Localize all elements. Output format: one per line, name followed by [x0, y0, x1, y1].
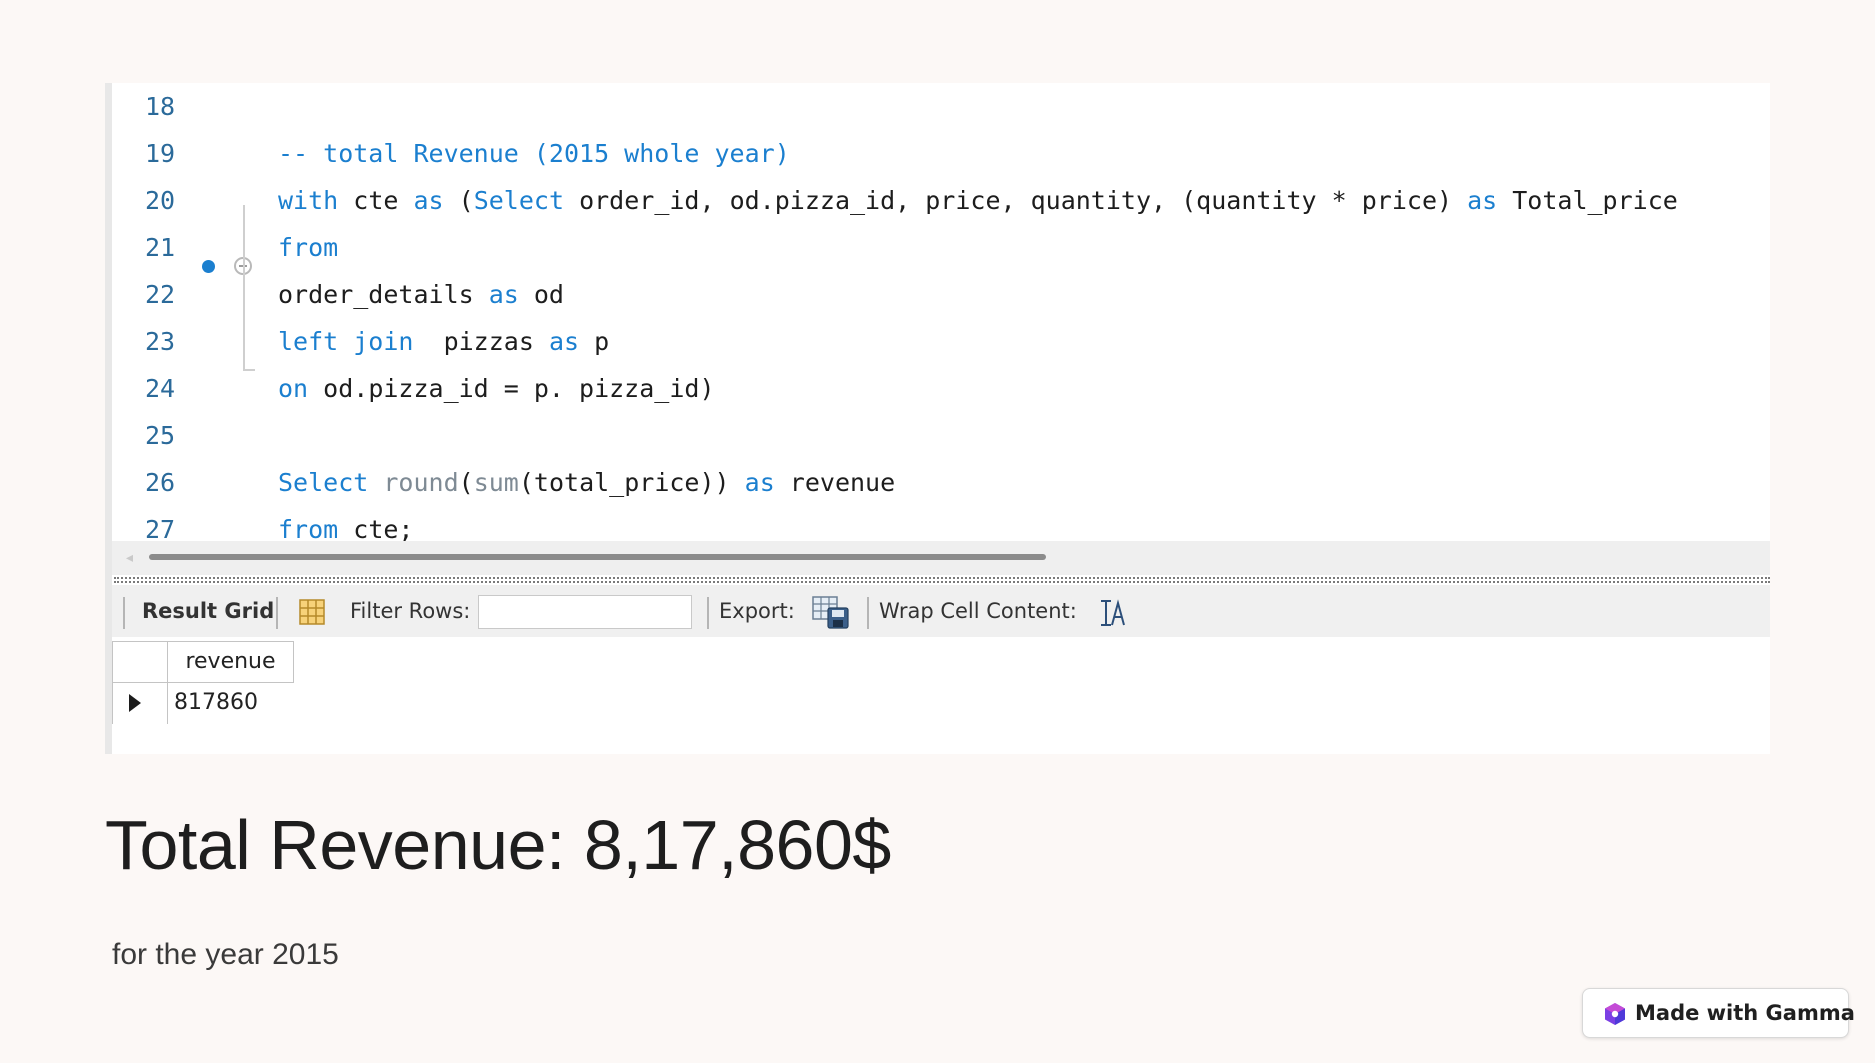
sql-token: p: [579, 327, 610, 356]
made-with-gamma-button[interactable]: Made with Gamma: [1582, 988, 1855, 1038]
sql-keyword: Select: [473, 186, 565, 215]
code-text: left join pizzas as p: [278, 318, 609, 365]
sql-keyword: from: [278, 233, 339, 262]
line-number: 21: [145, 233, 176, 262]
sql-keyword: on: [278, 374, 309, 403]
page-subtitle: for the year 2015: [112, 938, 339, 971]
sql-keyword: as: [488, 280, 519, 309]
line-number: 23: [145, 327, 176, 356]
line-number: 22: [145, 280, 176, 309]
sql-token: order_details: [278, 280, 489, 309]
sql-token: (: [443, 186, 474, 215]
column-header-revenue[interactable]: revenue: [167, 641, 294, 683]
toolbar-separator: [867, 597, 869, 629]
sql-function: round: [383, 468, 459, 497]
code-line[interactable]: 24 on od.pizza_id = p. pizza_id): [112, 365, 1770, 412]
scroll-left-icon[interactable]: ◂: [126, 549, 133, 566]
grid-corner-cell[interactable]: [112, 641, 168, 683]
code-line[interactable]: 23 left join pizzas as p: [112, 318, 1770, 365]
sql-token: pizzas: [413, 327, 549, 356]
sql-token: cte;: [338, 515, 414, 544]
result-cell-revenue[interactable]: 817860: [174, 682, 258, 724]
code-text: from: [278, 224, 338, 271]
wrap-text-icon[interactable]: [1099, 598, 1127, 628]
filter-rows-input[interactable]: [478, 595, 692, 629]
sql-comment: -- total Revenue (2015 whole year): [278, 139, 790, 168]
sql-token: (: [458, 468, 474, 497]
result-grid-tab[interactable]: Result Grid: [142, 585, 274, 637]
code-text: Select round(sum(total_price)) as revenu…: [278, 459, 895, 506]
line-number: 24: [145, 374, 176, 403]
line-number: 25: [145, 421, 176, 450]
export-icon[interactable]: [812, 596, 850, 630]
sql-token: Total_price: [1497, 186, 1678, 215]
line-number: 19: [145, 139, 176, 168]
pane-splitter[interactable]: [114, 577, 1770, 583]
code-line[interactable]: 26 Select round(sum(total_price)) as reve…: [112, 459, 1770, 506]
code-text: with cte as (Select order_id, od.pizza_i…: [278, 177, 1678, 224]
gamma-logo-icon: [1605, 1003, 1625, 1025]
scrollbar-thumb[interactable]: [149, 554, 1046, 560]
code-line[interactable]: 25: [112, 412, 1770, 459]
sql-editor-screenshot: 18 19 -- total Revenue (2015 whole year) 20…: [105, 83, 1770, 754]
made-with-gamma-label: Made with Gamma: [1635, 1001, 1855, 1025]
sql-keyword: as: [744, 468, 775, 497]
row-selector-icon[interactable]: [112, 682, 168, 724]
filter-rows-label: Filter Rows:: [350, 599, 471, 623]
sql-token: cte: [338, 186, 414, 215]
sql-token: order_id, od.pizza_id, price, quantity, …: [564, 186, 1468, 215]
code-line[interactable]: 20 with cte as (Select order_id, od.pizza…: [112, 177, 1770, 224]
sql-token: od.pizza_id = p. pizza_id): [308, 374, 715, 403]
editor-gutter-edge: [105, 83, 112, 754]
grid-view-icon[interactable]: [299, 599, 325, 625]
sql-function: sum: [473, 468, 519, 497]
code-line[interactable]: 22 order_details as od: [112, 271, 1770, 318]
code-line[interactable]: 18: [112, 83, 1770, 130]
line-number: 20: [145, 186, 176, 215]
code-text: -- total Revenue (2015 whole year): [278, 130, 790, 177]
code-text: order_details as od: [278, 271, 564, 318]
code-line[interactable]: 19 -- total Revenue (2015 whole year): [112, 130, 1770, 177]
sql-keyword: as: [413, 186, 444, 215]
line-number: 18: [145, 92, 176, 121]
code-text: on od.pizza_id = p. pizza_id): [278, 365, 715, 412]
sql-keyword: with: [278, 186, 339, 215]
sql-token: revenue: [774, 468, 896, 497]
toolbar-separator: [276, 597, 278, 629]
code-editor[interactable]: 18 19 -- total Revenue (2015 whole year) 20…: [112, 83, 1770, 544]
result-toolbar: Result Grid Filter Rows: Export: Wrap Ce…: [112, 585, 1770, 637]
line-number: 26: [145, 468, 176, 497]
sql-keyword: Select: [278, 468, 369, 497]
sql-keyword: left join: [278, 327, 414, 356]
sql-keyword: from: [278, 515, 339, 544]
toolbar-separator: [707, 597, 709, 629]
sql-token: (total_price)): [518, 468, 745, 497]
sql-keyword: as: [548, 327, 580, 356]
sql-token: od: [518, 280, 564, 309]
wrap-cell-content-label: Wrap Cell Content:: [879, 599, 1077, 623]
horizontal-scrollbar[interactable]: ◂: [112, 541, 1770, 575]
sql-keyword: as: [1467, 186, 1498, 215]
page-title: Total Revenue: 8,17,860$: [105, 806, 891, 884]
export-label: Export:: [719, 599, 795, 623]
code-line[interactable]: 21 from: [112, 224, 1770, 271]
toolbar-separator: [123, 597, 125, 629]
